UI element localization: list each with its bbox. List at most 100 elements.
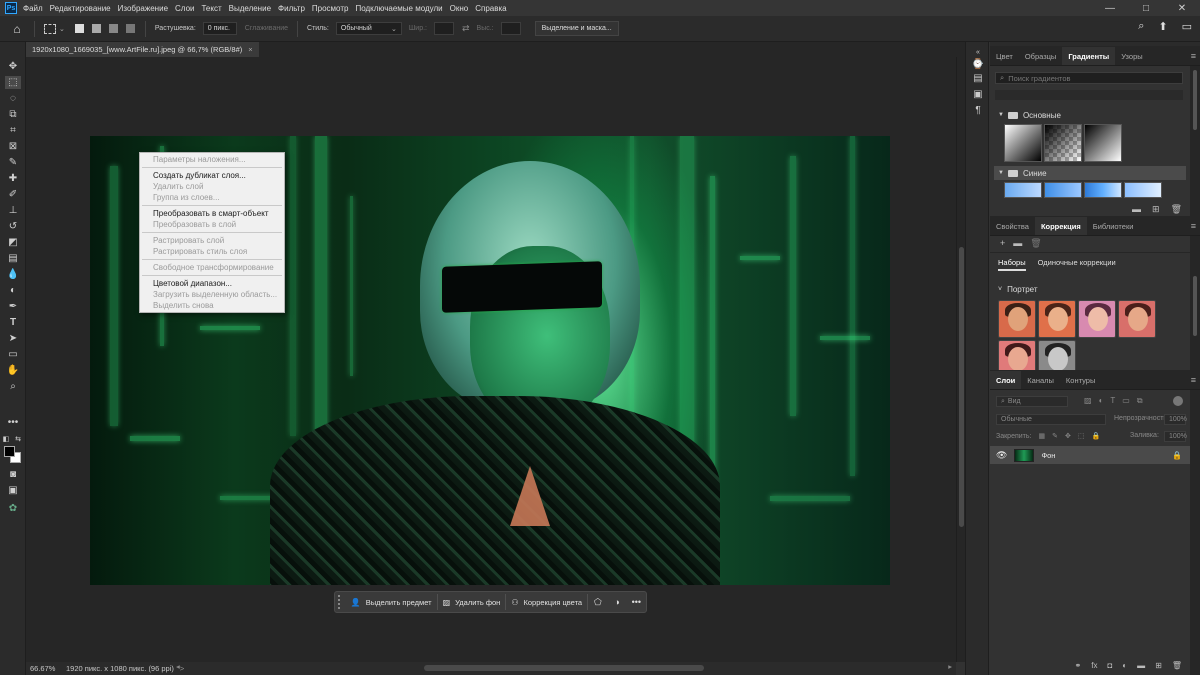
- rectangle-tool-icon[interactable]: ▭: [5, 348, 21, 361]
- gradient-swatch[interactable]: [1004, 124, 1042, 162]
- context-menu-item[interactable]: Цветовой диапазон...: [140, 278, 284, 289]
- tab-paths[interactable]: Контуры: [1060, 371, 1101, 389]
- more-tools-icon[interactable]: •••: [5, 416, 21, 429]
- zoom-tool-icon[interactable]: ⌕: [5, 380, 21, 393]
- scrollbar-thumb[interactable]: [1193, 276, 1197, 336]
- tab-libraries[interactable]: Библиотеки: [1087, 217, 1140, 235]
- shape-filter-icon[interactable]: ▭: [1122, 396, 1130, 406]
- contrast-icon[interactable]: ◑: [607, 597, 626, 607]
- menu-filter[interactable]: Фильтр: [278, 4, 305, 13]
- chevron-down-icon[interactable]: ⌄: [59, 25, 65, 33]
- folder-icon[interactable]: ▬: [1013, 238, 1022, 249]
- rect-marquee-tool-icon[interactable]: ⬚: [5, 76, 21, 89]
- blur-tool-icon[interactable]: 💧: [5, 268, 21, 281]
- select-and-mask-button[interactable]: Выделение и маска...: [534, 21, 619, 36]
- eraser-tool-icon[interactable]: ◩: [5, 236, 21, 249]
- pen-tool-icon[interactable]: ✒: [5, 300, 21, 313]
- hand-tool-icon[interactable]: ✋: [5, 364, 21, 377]
- scroll-right-icon[interactable]: ▸: [948, 662, 952, 671]
- eyedropper-tool-icon[interactable]: ✎: [5, 156, 21, 169]
- style-select[interactable]: Обычный ⌄: [335, 22, 402, 35]
- rect-marquee-preset-icon[interactable]: [44, 23, 56, 34]
- drag-handle[interactable]: [338, 595, 346, 609]
- gradient-group-blues[interactable]: ▼ Синие: [994, 166, 1186, 180]
- lock-all-icon[interactable]: 🔒: [1091, 432, 1100, 440]
- more-options-icon[interactable]: •••: [627, 597, 646, 607]
- maximize-button[interactable]: □: [1128, 0, 1164, 16]
- object-select-tool-icon[interactable]: ⧉: [5, 108, 21, 121]
- feather-input[interactable]: 0 пикс.: [202, 22, 237, 35]
- foreground-color-swatch[interactable]: [4, 446, 15, 457]
- add-mask-icon[interactable]: ◘: [1107, 661, 1112, 670]
- fill-input[interactable]: 100%: [1164, 431, 1187, 442]
- link-layers-icon[interactable]: ⚭: [1075, 661, 1082, 670]
- smart-object-filter-icon[interactable]: ⧉: [1137, 396, 1143, 406]
- gradient-swatch[interactable]: [1044, 182, 1082, 198]
- new-gradient-icon[interactable]: ⊞: [1152, 204, 1160, 215]
- brush-tool-icon[interactable]: ✐: [5, 188, 21, 201]
- clone-stamp-tool-icon[interactable]: ⊥: [5, 204, 21, 217]
- scroll-left-icon[interactable]: ◂: [176, 662, 180, 671]
- lock-pixels-icon[interactable]: ✎: [1052, 432, 1058, 440]
- lock-artboard-icon[interactable]: ⬚: [1078, 432, 1085, 440]
- generative-icon[interactable]: ✿: [5, 502, 21, 515]
- menu-select[interactable]: Выделение: [229, 4, 271, 13]
- width-input[interactable]: [433, 22, 454, 35]
- tab-channels[interactable]: Каналы: [1021, 371, 1060, 389]
- add-icon[interactable]: +: [1000, 238, 1005, 249]
- swap-colors-icon[interactable]: ⇆: [14, 432, 22, 445]
- history-brush-tool-icon[interactable]: ↺: [5, 220, 21, 233]
- preset-thumb[interactable]: [1118, 300, 1156, 338]
- zoom-level[interactable]: 66.67%: [30, 664, 62, 673]
- scrollbar-thumb[interactable]: [959, 247, 964, 527]
- comments-panel-icon[interactable]: ▣: [972, 88, 984, 100]
- canvas-vertical-scrollbar[interactable]: [956, 57, 965, 662]
- gradient-tool-icon[interactable]: ▤: [5, 252, 21, 265]
- preset-thumb[interactable]: [1078, 300, 1116, 338]
- path-select-tool-icon[interactable]: ➤: [5, 332, 21, 345]
- frame-tool-icon[interactable]: ⊠: [5, 140, 21, 153]
- menu-file[interactable]: Файл: [23, 4, 43, 13]
- menu-type[interactable]: Текст: [201, 4, 221, 13]
- gradient-swatch[interactable]: [1084, 182, 1122, 198]
- preset-thumb[interactable]: [1038, 300, 1076, 338]
- preset-group-portrait[interactable]: ˅ Портрет: [998, 285, 1038, 294]
- tab-patterns[interactable]: Узоры: [1115, 47, 1148, 65]
- adjustments-scrollbar[interactable]: [1190, 236, 1200, 372]
- healing-brush-tool-icon[interactable]: ✚: [5, 172, 21, 185]
- type-filter-icon[interactable]: T: [1110, 396, 1115, 406]
- layer-row-background[interactable]: 👁 Фон 🔒: [990, 446, 1190, 464]
- select-subject-button[interactable]: 👤 Выделить предмет: [346, 594, 438, 610]
- new-layer-icon[interactable]: ⊞: [1155, 661, 1162, 670]
- layer-name[interactable]: Фон: [1041, 451, 1055, 460]
- share-icon[interactable]: ⬆: [1158, 20, 1167, 33]
- trash-icon[interactable]: 🗑: [1030, 238, 1041, 249]
- gradient-group-basics[interactable]: ▼ Основные: [994, 108, 1186, 122]
- close-window-button[interactable]: ✕: [1164, 0, 1200, 16]
- home-icon[interactable]: ⌂: [6, 18, 28, 40]
- swap-icon[interactable]: ⇄: [462, 23, 470, 34]
- workspace-icon[interactable]: ▭: [1182, 20, 1192, 33]
- gradient-swatch[interactable]: [1124, 182, 1162, 198]
- subtab-single-adjustments[interactable]: Одиночные коррекции: [1038, 258, 1116, 271]
- add-selection-icon[interactable]: [91, 24, 101, 33]
- status-menu-arrow[interactable]: >: [180, 664, 184, 673]
- scrollbar-thumb[interactable]: [1193, 70, 1197, 130]
- preset-thumb[interactable]: [998, 300, 1036, 338]
- remove-background-button[interactable]: ▨ Удалить фон: [438, 594, 507, 610]
- horizontal-scrollbar-thumb[interactable]: [424, 665, 704, 671]
- menu-edit[interactable]: Редактирование: [50, 4, 111, 13]
- character-panel-icon[interactable]: ¶: [972, 104, 984, 116]
- adjustment-filter-icon[interactable]: ◐: [1099, 396, 1104, 406]
- menu-image[interactable]: Изображение: [118, 4, 168, 13]
- menu-layers[interactable]: Слои: [175, 4, 194, 13]
- menu-plugins[interactable]: Подключаемые модули: [355, 4, 442, 13]
- menu-help[interactable]: Справка: [475, 4, 506, 13]
- filter-toggle-icon[interactable]: [1173, 396, 1183, 406]
- gradient-swatch[interactable]: [1004, 182, 1042, 198]
- height-input[interactable]: [500, 22, 521, 35]
- gradient-swatch[interactable]: [1044, 124, 1082, 162]
- gradient-search-input[interactable]: ⌕ Поиск градиентов: [995, 72, 1183, 84]
- color-correction-button[interactable]: ⚇ Коррекция цвета: [506, 594, 589, 610]
- tab-swatches[interactable]: Образцы: [1019, 47, 1063, 65]
